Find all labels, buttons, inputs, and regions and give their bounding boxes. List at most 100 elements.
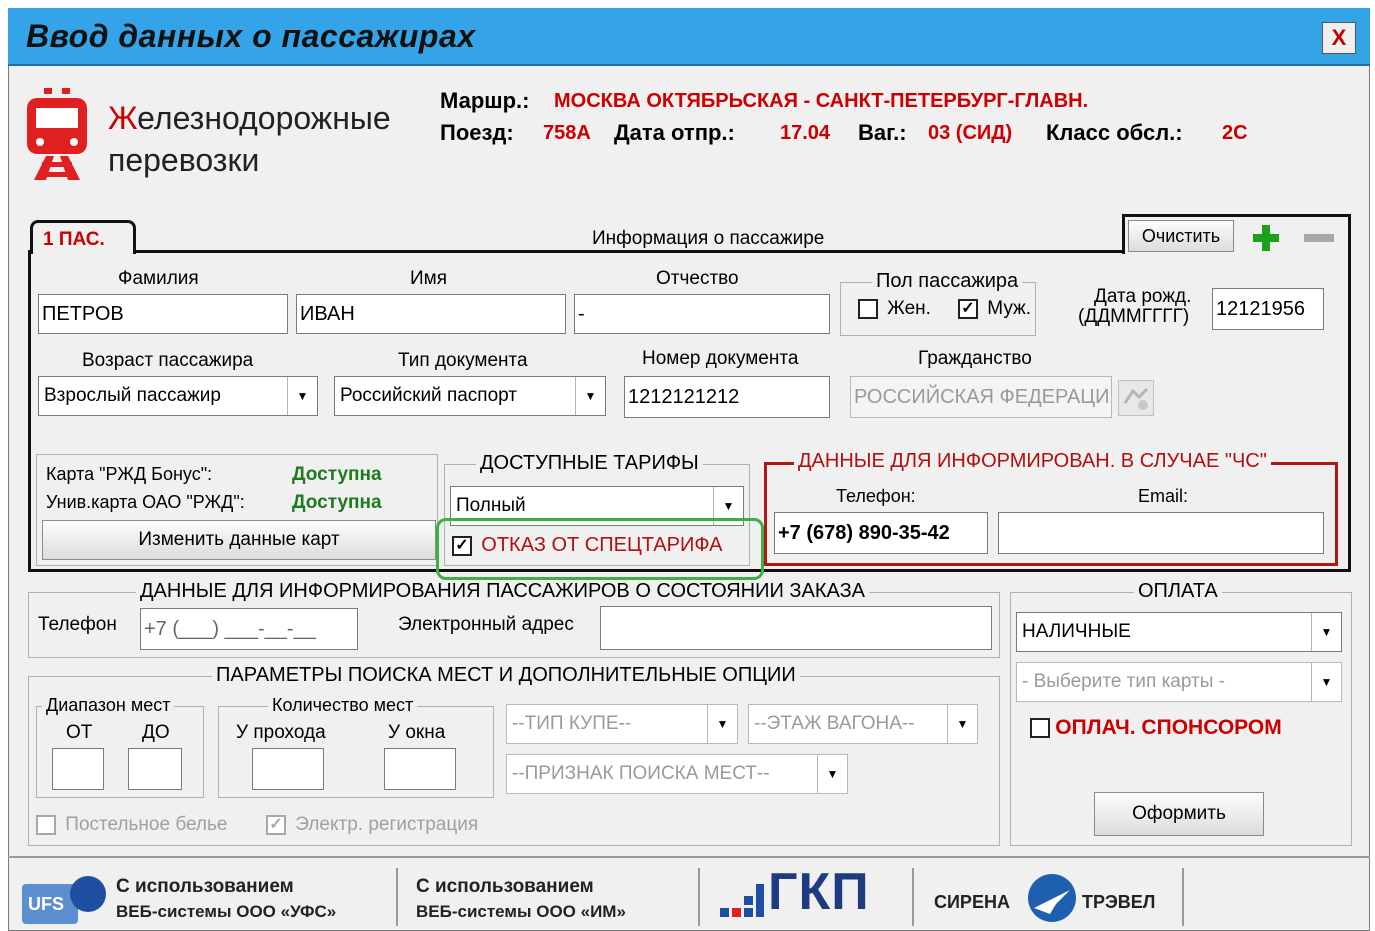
range-from-input[interactable]	[52, 748, 104, 790]
route-label: Маршр.:	[440, 88, 530, 113]
notify-phone-label: Телефон	[38, 614, 117, 635]
birth-label-2: (ДДММГГГГ)	[1078, 306, 1190, 327]
doctype-label: Тип документа	[398, 350, 528, 371]
gender-male-label: Муж.	[987, 298, 1032, 319]
birth-date-input[interactable]: 12121956	[1212, 288, 1324, 330]
window-title: Ввод данных о пассажирах	[26, 18, 476, 54]
gender-female-option[interactable]: Жен.	[858, 298, 931, 320]
chevron-down-icon[interactable]: ▼	[1311, 613, 1341, 651]
gender-female-checkbox[interactable]	[858, 299, 878, 319]
clear-button[interactable]: Очистить	[1128, 220, 1234, 252]
citizenship-input: РОССИЙСКАЯ ФЕДЕРАЦИ	[850, 376, 1112, 418]
train-label: Поезд:	[440, 120, 514, 145]
emergency-phone-input[interactable]: +7 (678) 890-35-42	[774, 512, 988, 554]
age-select[interactable]: Взрослый пассажир ▼	[38, 376, 318, 416]
chevron-down-icon[interactable]: ▼	[575, 377, 605, 415]
chevron-down-icon[interactable]: ▼	[817, 755, 847, 793]
remove-passenger-icon[interactable]	[1304, 234, 1334, 242]
range-to-input[interactable]	[128, 748, 182, 790]
refuse-special-checkbox[interactable]: ✓	[452, 535, 472, 556]
change-cards-button[interactable]: Изменить данные карт	[42, 520, 436, 560]
notify-email-label: Электронный адрес	[398, 614, 574, 635]
notify-email-input[interactable]	[600, 606, 992, 650]
window-count-input[interactable]	[384, 748, 456, 790]
sponsor-checkbox[interactable]	[1030, 718, 1050, 738]
refuse-special-label: ОТКАЗ ОТ СПЕЦТАРИФА	[481, 534, 723, 556]
gender-male-option[interactable]: ✓ Муж.	[958, 298, 1031, 320]
submit-button[interactable]: Оформить	[1094, 792, 1264, 836]
search-title: ПАРАМЕТРЫ ПОИСКА МЕСТ И ДОПОЛНИТЕЛЬНЫЕ О…	[212, 664, 800, 686]
chevron-down-icon[interactable]: ▼	[707, 705, 737, 743]
bedding-option: Постельное белье	[36, 814, 227, 836]
payment-title: ОПЛАТА	[1134, 580, 1222, 602]
route-value: МОСКВА ОКТЯБРЬСКАЯ - САНКТ-ПЕТЕРБУРГ-ГЛА…	[554, 90, 1089, 112]
sirena-left-text: СИРЕНА	[934, 892, 1010, 912]
citizenship-lookup-icon	[1118, 380, 1154, 416]
title-bar: Ввод данных о пассажирах	[8, 8, 1370, 66]
docnum-input[interactable]: 1212121212	[624, 376, 830, 418]
name-input[interactable]: ИВАН	[296, 294, 566, 334]
notify-phone-input[interactable]: +7 (___) ___-__-__	[140, 608, 358, 650]
logo-initial: Ж	[108, 100, 138, 136]
bonus-card-status: Доступна	[292, 464, 382, 485]
emergency-email-input[interactable]	[998, 512, 1324, 554]
range-title: Диапазон мест	[42, 694, 175, 716]
aisle-count-input[interactable]	[252, 748, 324, 790]
gkp-logo-dots-icon	[720, 878, 764, 922]
patronymic-label: Отчество	[656, 268, 739, 289]
sponsor-option[interactable]: ОПЛАЧ. СПОНСОРОМ	[1030, 716, 1282, 740]
ufs-logo: UFS	[22, 872, 106, 928]
train-logo-icon	[24, 88, 90, 180]
chevron-down-icon[interactable]: ▼	[947, 705, 977, 743]
gender-title: Пол пассажира	[872, 270, 1023, 292]
logo-text-line1: Железнодорожные	[108, 100, 391, 137]
tab-passenger-1-label: 1 ПАС.	[43, 229, 105, 250]
name-label: Имя	[410, 268, 448, 289]
class-value: 2С	[1222, 122, 1248, 144]
payment-method-select[interactable]: НАЛИЧНЫЕ ▼	[1016, 612, 1342, 652]
window-seat-label: У окна	[388, 722, 446, 743]
eregistration-option: ✓ Электр. регистрация	[266, 814, 478, 836]
patronymic-input[interactable]: -	[574, 294, 830, 334]
car-floor-select[interactable]: --ЭТАЖ ВАГОНА-- ▼	[748, 704, 978, 744]
add-passenger-icon[interactable]	[1252, 224, 1280, 252]
footer-separator	[912, 868, 914, 926]
seat-search-select[interactable]: --ПРИЗНАК ПОИСКА МЕСТ-- ▼	[506, 754, 848, 794]
car-label: Ваг.:	[858, 120, 907, 145]
surname-label: Фамилия	[118, 268, 199, 289]
passenger-section-title: Информация о пассажире	[592, 228, 825, 249]
notify-title: ДАННЫЕ ДЛЯ ИНФОРМИРОВАНИЯ ПАССАЖИРОВ О С…	[136, 580, 870, 602]
doctype-select[interactable]: Российский паспорт ▼	[334, 376, 606, 416]
aisle-label: У прохода	[236, 722, 326, 743]
emergency-email-label: Email:	[1138, 486, 1189, 506]
emergency-title: ДАННЫЕ ДЛЯ ИНФОРМИРОВАН. В СЛУЧАЕ "ЧС"	[794, 450, 1271, 472]
footer-separator	[396, 868, 398, 926]
emergency-phone-label: Телефон:	[836, 486, 916, 506]
date-label: Дата отпр.:	[614, 120, 735, 145]
ufs-caption-line2: ВЕБ-системы ООО «УФС»	[116, 902, 337, 921]
citizenship-label: Гражданство	[918, 348, 1032, 369]
sirena-plane-icon	[1026, 872, 1078, 924]
sirena-right-text: ТРЭВЕЛ	[1082, 892, 1156, 912]
count-title: Количество мест	[268, 694, 418, 716]
gkp-logo: ГКП	[768, 863, 870, 921]
bedding-label: Постельное белье	[65, 814, 228, 835]
compartment-type-select[interactable]: --ТИП КУПЕ-- ▼	[506, 704, 738, 744]
refuse-special-option[interactable]: ✓ ОТКАЗ ОТ СПЕЦТАРИФА	[452, 534, 722, 557]
card-type-select[interactable]: - Выберите тип карты - ▼	[1016, 662, 1342, 702]
im-caption-line1: С использованием	[416, 876, 594, 897]
range-from-label: ОТ	[66, 722, 93, 743]
surname-input[interactable]: ПЕТРОВ	[38, 294, 288, 334]
eregistration-label: Электр. регистрация	[295, 814, 479, 835]
bonus-card-label: Карта "РЖД Бонус":	[46, 464, 213, 484]
im-caption-line2: ВЕБ-системы ООО «ИМ»	[416, 902, 626, 921]
close-button[interactable]: X	[1322, 22, 1356, 54]
gender-female-label: Жен.	[887, 298, 931, 319]
tab-passenger-1[interactable]: 1 ПАС.	[30, 220, 136, 254]
footer-divider	[8, 856, 1370, 858]
gender-male-checkbox[interactable]: ✓	[958, 299, 978, 319]
chevron-down-icon[interactable]: ▼	[287, 377, 317, 415]
sponsor-label: ОПЛАЧ. СПОНСОРОМ	[1055, 716, 1282, 739]
tariffs-title: ДОСТУПНЫЕ ТАРИФЫ	[476, 452, 703, 474]
chevron-down-icon[interactable]: ▼	[1311, 663, 1341, 701]
